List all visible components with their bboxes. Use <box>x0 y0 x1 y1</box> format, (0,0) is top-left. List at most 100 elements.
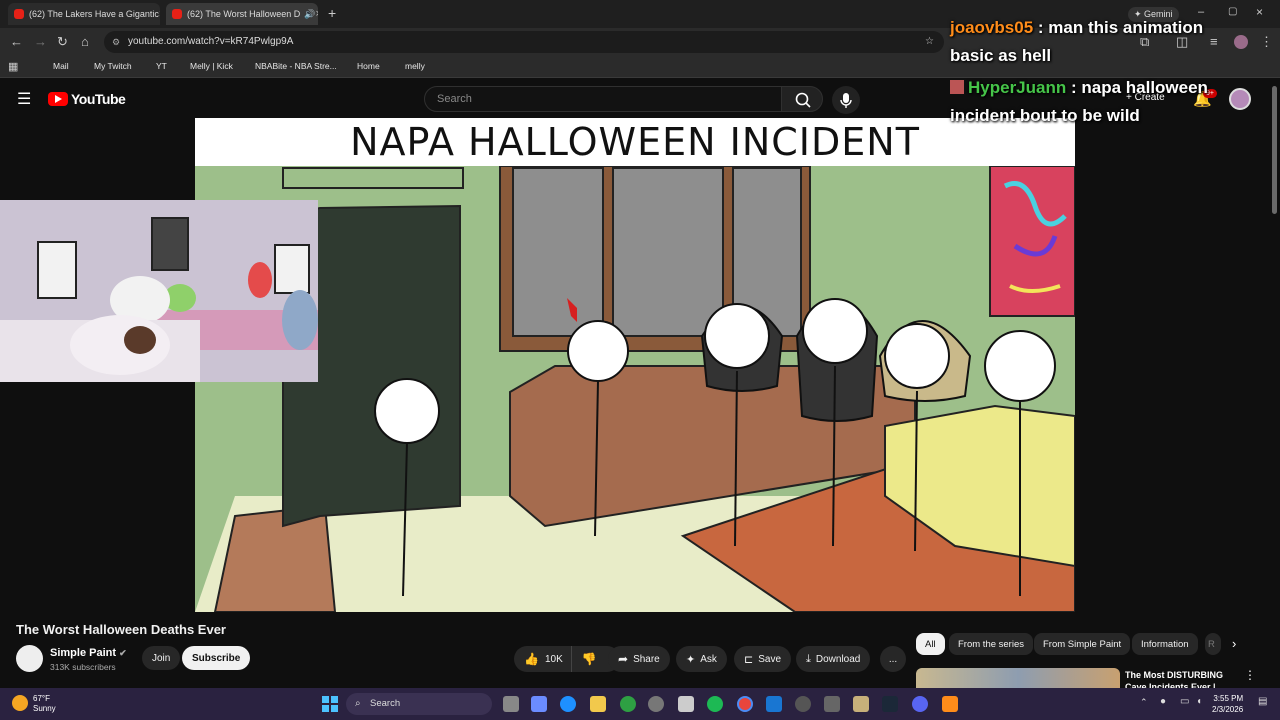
nba-icon <box>241 61 251 71</box>
bookmark-yt[interactable]: YT <box>142 61 167 71</box>
page-scrollbar[interactable] <box>1272 86 1277 214</box>
close-tab-icon[interactable]: × <box>159 8 160 20</box>
bookmark-my-twitch[interactable]: My Twitch <box>80 61 132 71</box>
apps-grid-icon[interactable]: ▦ <box>8 60 18 73</box>
youtube-logo[interactable]: YouTube <box>48 91 126 107</box>
forward-icon[interactable]: → <box>34 34 47 49</box>
weather-widget[interactable]: 67°F Sunny <box>33 694 56 714</box>
chat-message: joaovbs05 : man this animation basic as … <box>950 14 1250 70</box>
recommended-thumbnail[interactable] <box>916 668 1120 688</box>
youtube-favicon-icon <box>172 9 182 19</box>
ask-button[interactable]: ✦ Ask <box>676 646 727 672</box>
task-view-icon[interactable] <box>503 696 519 712</box>
channel-name[interactable]: Simple Paint ✔ <box>50 647 127 659</box>
weather-sun-icon[interactable] <box>12 695 28 711</box>
more-actions-button[interactable]: ... <box>880 646 906 672</box>
kick-icon <box>176 61 186 71</box>
url-text: youtube.com/watch?v=kR74Pwlgp9A <box>128 36 294 47</box>
chat-message: HyperJuann : napa halloween incident bou… <box>950 74 1250 130</box>
bookmark-mail[interactable]: Mail <box>39 61 69 71</box>
sparkle-icon: ✦ <box>686 653 696 666</box>
photos-icon[interactable] <box>766 696 782 712</box>
chip-from-the-series[interactable]: From the series <box>949 633 1033 655</box>
chat-username: HyperJuann <box>968 78 1067 97</box>
search-input[interactable]: Search <box>424 86 782 112</box>
channel-avatar[interactable] <box>16 645 43 672</box>
tray-app-icon[interactable]: ● <box>1160 696 1166 707</box>
like-count: 10K <box>544 653 563 665</box>
edge-icon[interactable] <box>560 696 576 712</box>
volume-icon[interactable]: ◖ <box>1196 696 1202 707</box>
download-button[interactable]: ⤓ Download <box>796 646 871 672</box>
browser-tab[interactable]: (62) The Lakers Have a Gigantic × <box>8 3 160 25</box>
voice-search-button[interactable] <box>832 86 860 114</box>
back-icon[interactable]: ← <box>10 34 23 49</box>
steam-icon[interactable] <box>882 696 898 712</box>
video-title: The Worst Halloween Deaths Ever <box>16 622 226 637</box>
settings-gear-icon[interactable] <box>648 696 664 712</box>
bookmark-nbabite[interactable]: NBABite - NBA Stre... <box>241 61 337 71</box>
bookmark-star-icon[interactable]: ☆ <box>925 31 934 53</box>
tab-title: (62) The Worst Halloween D <box>187 9 301 19</box>
new-tab-icon[interactable]: + <box>328 5 336 21</box>
store-icon[interactable] <box>678 696 694 712</box>
notification-center-icon[interactable]: ▤ <box>1258 696 1267 707</box>
like-button[interactable]: 👍 10K <box>514 646 572 672</box>
xbox-icon[interactable] <box>620 696 636 712</box>
chip-all[interactable]: All <box>916 633 945 655</box>
spotify-icon[interactable] <box>707 696 723 712</box>
verified-icon: ✔ <box>119 648 127 658</box>
close-tab-icon[interactable]: × <box>315 8 318 20</box>
thumbs-down-icon: 👎 <box>581 652 597 666</box>
tray-overflow-icon[interactable]: ⌃ <box>1140 697 1148 708</box>
media-player-icon[interactable] <box>795 696 811 712</box>
network-icon[interactable]: ▭ <box>1180 696 1189 707</box>
hamburger-menu-icon[interactable]: ☰ <box>17 89 31 109</box>
browser-tab-active[interactable]: (62) The Worst Halloween D 🔊 × <box>166 3 318 25</box>
url-field[interactable]: ⚙ youtube.com/watch?v=kR74Pwlgp9A ☆ <box>104 31 944 53</box>
bookmark-icon: ⊏ <box>744 653 754 666</box>
search-icon <box>795 92 811 108</box>
taskbar-search-label: Search <box>370 698 401 709</box>
app-icon[interactable] <box>942 696 958 712</box>
clock[interactable]: 3:55 PM 2/3/2026 <box>1212 693 1243 715</box>
video-player[interactable]: NAPA HALLOWEEN INCIDENT <box>195 118 1075 612</box>
mail-icon <box>39 61 49 71</box>
search-button[interactable] <box>781 86 823 112</box>
join-button[interactable]: Join <box>142 646 181 670</box>
webcam-overlay <box>0 200 318 382</box>
windows-start-icon[interactable] <box>322 696 338 712</box>
app-icon[interactable] <box>853 696 869 712</box>
site-info-icon[interactable]: ⚙ <box>112 31 120 53</box>
subscribe-button[interactable]: Subscribe <box>182 646 251 670</box>
bookmark-home[interactable]: Home <box>343 61 380 71</box>
taskbar-search[interactable]: ⌕ Search <box>346 693 492 715</box>
copilot-icon[interactable] <box>531 696 547 712</box>
home-icon[interactable]: ⌂ <box>81 34 89 49</box>
chip-truncated[interactable]: R <box>1205 633 1221 655</box>
chrome-icon[interactable] <box>737 696 753 712</box>
chevron-right-icon[interactable]: › <box>1232 636 1236 651</box>
clock-time: 3:55 PM <box>1213 694 1244 703</box>
chip-information[interactable]: Information <box>1132 633 1198 655</box>
melly-icon <box>391 61 401 71</box>
bookmark-melly[interactable]: melly <box>391 61 425 71</box>
search-placeholder: Search <box>437 93 472 105</box>
reload-icon[interactable]: ↻ <box>57 34 68 50</box>
discord-icon[interactable] <box>912 696 928 712</box>
thumbs-up-icon: 👍 <box>524 652 539 666</box>
video-frame-illustration <box>195 166 1075 612</box>
share-button[interactable]: ➦ Share <box>608 646 670 672</box>
app-arrow-icon[interactable] <box>824 696 840 712</box>
bookmark-melly-kick[interactable]: Melly | Kick <box>176 61 233 71</box>
speaker-icon[interactable]: 🔊 <box>304 9 315 20</box>
dislike-button[interactable]: 👎 <box>572 652 607 666</box>
recommended-title[interactable]: The Most DISTURBING Cave Incidents Ever … <box>1125 669 1235 688</box>
more-icon: ... <box>888 653 898 665</box>
close-window-icon[interactable]: × <box>1256 5 1263 19</box>
chip-from-simple-paint[interactable]: From Simple Paint <box>1034 633 1131 655</box>
save-button[interactable]: ⊏ Save <box>734 646 792 672</box>
recommended-menu-icon[interactable]: ⋮ <box>1244 668 1256 682</box>
browser-menu-icon[interactable]: ⋮ <box>1260 34 1273 50</box>
file-explorer-icon[interactable] <box>590 696 606 712</box>
